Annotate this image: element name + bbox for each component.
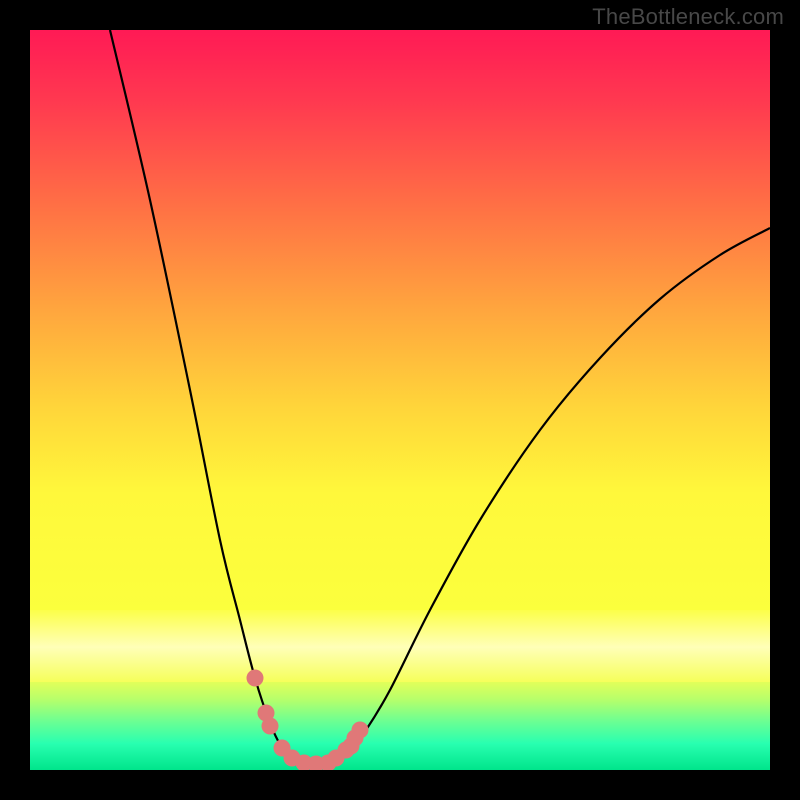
chart-svg — [30, 30, 770, 770]
gradient-bg-green-band — [30, 682, 770, 770]
gradient-bg-yellow-band — [30, 610, 770, 684]
chart-container: TheBottleneck.com — [0, 0, 800, 800]
plot-area — [30, 30, 770, 770]
data-marker — [262, 718, 279, 735]
data-marker — [352, 722, 369, 739]
data-marker — [247, 670, 264, 687]
watermark-label: TheBottleneck.com — [592, 4, 784, 30]
gradient-bg-main — [30, 30, 770, 610]
